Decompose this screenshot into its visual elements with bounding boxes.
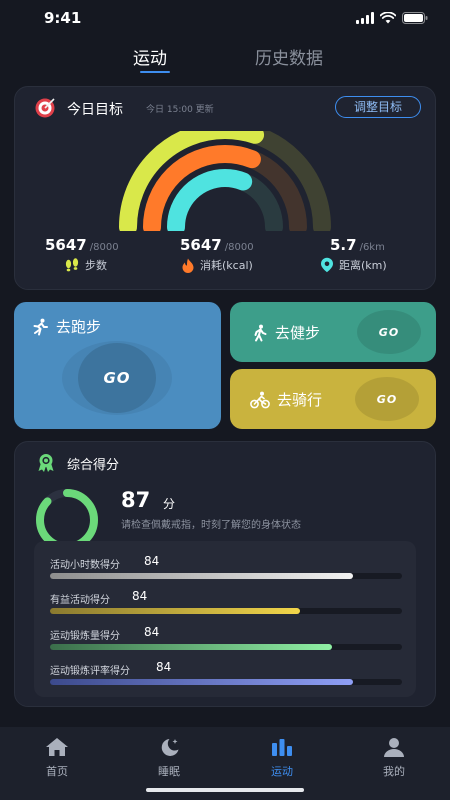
walk-tile-label: 去健步	[275, 324, 321, 342]
score-unit: 分	[163, 497, 176, 511]
distance-value: 5.7	[330, 236, 357, 254]
steps-label: 步数	[64, 257, 107, 273]
score-bar-fill	[50, 573, 353, 579]
bar-chart-icon	[272, 739, 292, 756]
run-tile-header: 去跑步	[31, 316, 101, 337]
nav-home-label: 首页	[46, 765, 68, 778]
score-bar-value: 84	[156, 660, 172, 674]
score-bar-label: 有益活动得分	[50, 595, 110, 606]
overall-score-card: 综合得分 87 分 请检查佩戴戒指，时刻了解您的身体状态 活动小时数得分 84 …	[14, 441, 436, 707]
home-icon	[46, 738, 68, 756]
run-go-halo: GO	[62, 341, 172, 415]
score-bar-track	[50, 608, 402, 614]
distance-metric: 5.7/6km	[330, 235, 385, 254]
calories-metric: 5647/8000	[180, 235, 254, 254]
nav-sleep-label: 睡眠	[158, 765, 180, 778]
score-bar-value: 84	[144, 554, 160, 568]
nav-profile[interactable]: 我的	[366, 737, 422, 779]
run-tile-label: 去跑步	[56, 318, 102, 336]
nav-sleep[interactable]: 睡眠	[141, 737, 197, 779]
person-icon	[384, 738, 404, 757]
nav-sport[interactable]: 运动	[254, 737, 310, 779]
steps-value: 5647	[45, 236, 87, 254]
goal-updated-time: 今日 15:00 更新	[146, 105, 214, 115]
steps-label-text: 步数	[85, 259, 107, 272]
calories-label: 消耗(kcal)	[181, 257, 253, 273]
battery-icon	[402, 12, 428, 24]
running-person-icon	[33, 318, 48, 335]
score-breakdown-panel: 活动小时数得分 84 有益活动得分 84 运动锻炼量得分 84 运动锻炼评率得分…	[34, 541, 416, 697]
go-run-tile[interactable]: 去跑步 GO	[14, 302, 221, 429]
daily-goal-card: 今日目标 今日 15:00 更新 调整目标 5647/8000 5647/800…	[14, 86, 436, 290]
adjust-goal-button[interactable]: 调整目标	[335, 96, 421, 118]
active-tab-indicator	[140, 71, 170, 73]
score-bar-value: 84	[144, 625, 160, 639]
goal-progress-rings	[119, 131, 331, 231]
steps-target: /8000	[89, 242, 119, 253]
cellular-signal-icon	[356, 12, 374, 24]
moon-icon	[161, 739, 179, 756]
goal-title: 今日目标	[67, 102, 123, 118]
walking-person-icon	[254, 324, 267, 341]
run-go-text: GO	[103, 369, 131, 387]
flame-icon	[182, 258, 194, 273]
go-ride-tile[interactable]: 去骑行 GO	[230, 369, 436, 429]
home-indicator	[146, 788, 304, 792]
score-value: 87	[121, 488, 151, 512]
walk-go-text: GO	[378, 325, 400, 339]
walk-go-button[interactable]: GO	[357, 310, 421, 354]
nav-sport-label: 运动	[271, 765, 293, 778]
award-ribbon-icon	[38, 454, 54, 472]
status-icons	[356, 12, 428, 24]
calories-label-text: 消耗(kcal)	[200, 259, 253, 272]
score-bar-track	[50, 573, 402, 579]
ride-tile-header: 去骑行	[250, 389, 322, 410]
score-hint: 请检查佩戴戒指，时刻了解您的身体状态	[121, 520, 301, 531]
status-time: 9:41	[44, 9, 82, 27]
top-tabs: 运动 历史数据	[0, 40, 450, 80]
calories-target: /8000	[224, 242, 254, 253]
cycling-person-icon	[250, 391, 270, 408]
nav-home[interactable]: 首页	[29, 737, 85, 779]
distance-target: /6km	[359, 242, 385, 253]
distance-label-text: 距离(km)	[339, 259, 387, 272]
target-icon	[35, 98, 55, 118]
tab-sport[interactable]: 运动	[133, 44, 167, 69]
ride-tile-label: 去骑行	[277, 391, 323, 409]
score-bar-track	[50, 644, 402, 650]
score-title: 综合得分	[67, 458, 120, 473]
go-walk-tile[interactable]: 去健步 GO	[230, 302, 436, 362]
steps-metric: 5647/8000	[45, 235, 119, 254]
score-bar-fill	[50, 679, 353, 685]
tab-history[interactable]: 历史数据	[255, 44, 323, 69]
footprints-icon	[65, 258, 79, 272]
score-bar-label: 运动锻炼评率得分	[50, 666, 130, 677]
wifi-icon	[380, 12, 396, 24]
score-bar-track	[50, 679, 402, 685]
score-bar-label: 运动锻炼量得分	[50, 631, 120, 642]
score-ring-progress	[36, 489, 98, 551]
ride-go-button[interactable]: GO	[355, 377, 419, 421]
location-pin-icon	[321, 257, 333, 273]
walk-tile-header: 去健步	[252, 322, 320, 343]
distance-label: 距离(km)	[320, 257, 387, 273]
score-bar-fill	[50, 644, 332, 650]
score-bar-label: 活动小时数得分	[50, 560, 120, 571]
status-bar: 9:41	[0, 0, 450, 36]
score-bar-fill	[50, 608, 300, 614]
score-bar-value: 84	[132, 589, 148, 603]
run-go-button[interactable]: GO	[78, 343, 156, 413]
ride-go-text: GO	[376, 392, 398, 406]
nav-profile-label: 我的	[383, 765, 405, 778]
calories-value: 5647	[180, 236, 222, 254]
